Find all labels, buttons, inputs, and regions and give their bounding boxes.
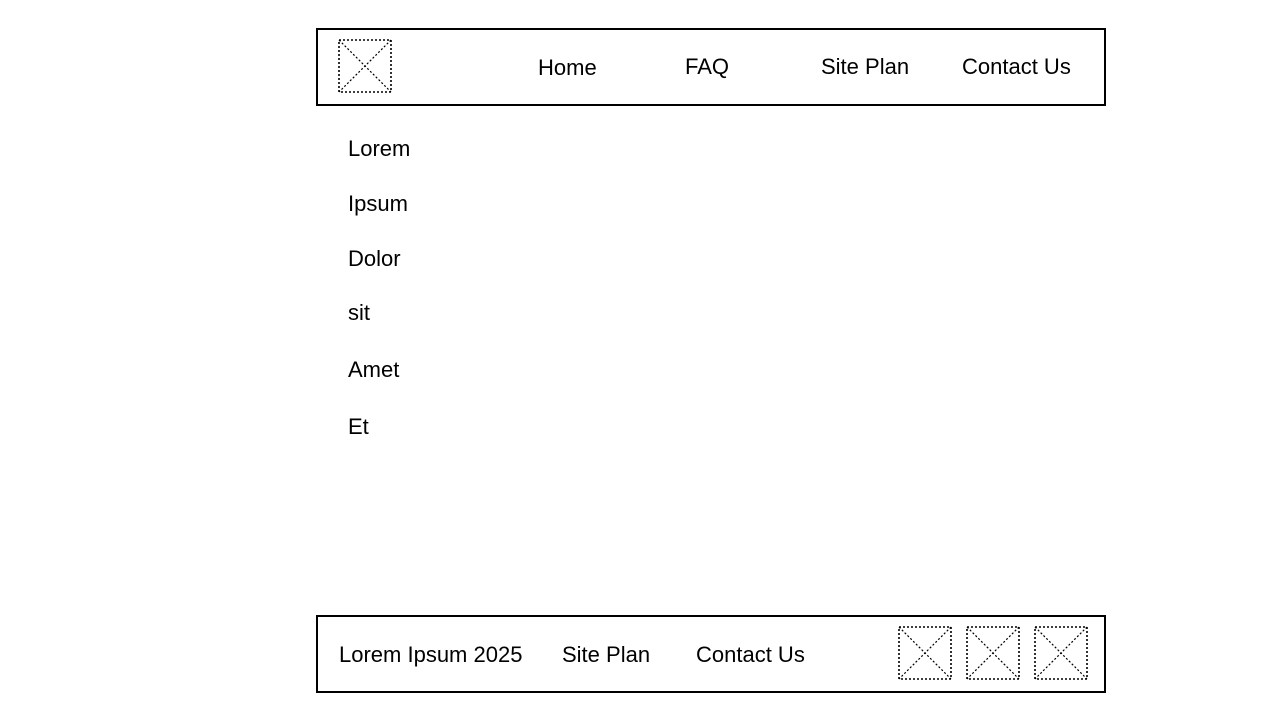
social-placeholder-icon[interactable] <box>898 626 952 680</box>
menu-item-amet[interactable]: Amet <box>348 357 399 383</box>
site-header: Home FAQ Site Plan Contact Us <box>316 28 1106 106</box>
nav-contact-us-link[interactable]: Contact Us <box>962 54 1071 80</box>
menu-item-ipsum[interactable]: Ipsum <box>348 191 408 217</box>
footer-site-plan-link[interactable]: Site Plan <box>562 642 650 668</box>
footer-contact-us-link[interactable]: Contact Us <box>696 642 805 668</box>
nav-faq-link[interactable]: FAQ <box>685 54 729 80</box>
menu-item-sit[interactable]: sit <box>348 300 370 326</box>
site-footer: Lorem Ipsum 2025 Site Plan Contact Us <box>316 615 1106 693</box>
social-placeholder-icon[interactable] <box>1034 626 1088 680</box>
menu-item-et[interactable]: Et <box>348 414 369 440</box>
menu-item-dolor[interactable]: Dolor <box>348 246 401 272</box>
social-placeholder-icon[interactable] <box>966 626 1020 680</box>
nav-site-plan-link[interactable]: Site Plan <box>821 54 909 80</box>
logo-placeholder-icon[interactable] <box>338 39 392 93</box>
menu-item-lorem[interactable]: Lorem <box>348 136 410 162</box>
footer-copyright: Lorem Ipsum 2025 <box>339 642 523 667</box>
nav-home-link[interactable]: Home <box>538 55 597 81</box>
